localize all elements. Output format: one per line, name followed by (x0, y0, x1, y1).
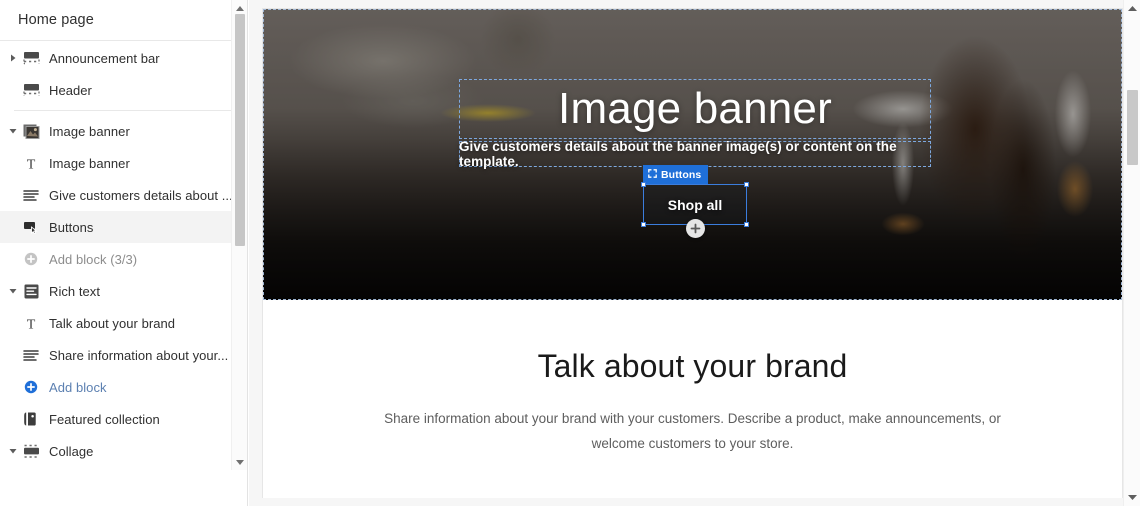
sidebar-scroll-down-icon[interactable] (232, 454, 247, 470)
text-paragraph-icon (20, 184, 42, 206)
sidebar-scrollbar[interactable] (231, 0, 247, 470)
sidebar-item-image-banner[interactable]: Image banner (0, 115, 247, 147)
selected-block-tag-label: Buttons (661, 168, 702, 181)
chevron-down-icon[interactable] (6, 115, 20, 147)
sidebar-block-rich-text-heading[interactable]: T Talk about your brand (0, 307, 247, 339)
preview-scroll-up-icon[interactable] (1124, 0, 1140, 17)
sidebar-block-label: Talk about your brand (49, 315, 176, 331)
sidebar-item-header[interactable]: Header (0, 74, 247, 106)
sidebar-block-label: Give customers details about ... (49, 187, 233, 203)
twist-spacer (6, 74, 20, 106)
sidebar-item-label: Collage (49, 443, 94, 459)
sidebar-item-rich-text[interactable]: Rich text (0, 275, 247, 307)
add-block-button[interactable] (686, 219, 705, 238)
collection-tag-icon (20, 408, 42, 430)
sections-sidebar: Home page Announcement bar Header Image … (0, 0, 248, 506)
crop-frame-icon (648, 168, 657, 181)
sidebar-item-featured-collection[interactable]: Featured collection (0, 403, 247, 435)
chevron-right-icon[interactable] (6, 42, 20, 74)
text-paragraph-icon (20, 344, 42, 366)
buttons-icon (20, 216, 42, 238)
chevron-down-icon[interactable] (6, 275, 20, 307)
text-heading-icon: T (20, 152, 42, 174)
rich-text-heading: Talk about your brand (537, 348, 848, 384)
sidebar-block-buttons[interactable]: Buttons (0, 211, 247, 243)
sidebar-block-label: Image banner (49, 155, 130, 171)
chevron-down-icon[interactable] (6, 435, 20, 467)
sidebar-item-label: Image banner (49, 123, 130, 139)
svg-text:T: T (27, 157, 36, 171)
sidebar-add-block-label: Add block (49, 379, 107, 395)
preview-scrollbar[interactable] (1123, 0, 1140, 506)
twist-spacer (6, 403, 20, 435)
sidebar-block-image-banner-text[interactable]: Give customers details about ... (0, 179, 247, 211)
sidebar-item-label: Rich text (49, 283, 101, 299)
image-banner-icon (20, 120, 42, 142)
sidebar-item-label: Featured collection (49, 411, 160, 427)
image-banner-section[interactable]: Image banner Give customers details abou… (263, 9, 1122, 300)
sidebar-block-collage-collection[interactable]: Collection (0, 467, 247, 470)
sidebar-add-block-image-banner: Add block (3/3) (0, 243, 247, 275)
rich-text-body: Share information about your brand with … (384, 411, 1001, 451)
rich-text-section[interactable]: Talk about your brand Share information … (263, 300, 1122, 457)
sidebar-divider (14, 110, 233, 111)
svg-text:T: T (27, 317, 36, 331)
banner-content: Image banner Give customers details abou… (263, 9, 1122, 300)
sidebar-add-block-rich-text[interactable]: Add block (0, 371, 247, 403)
sidebar-header: Home page (0, 0, 247, 41)
text-heading-icon: T (20, 312, 42, 334)
page-title: Home page (18, 12, 94, 28)
sidebar-item-collage[interactable]: Collage (0, 435, 247, 467)
theme-preview-pane: Image banner Give customers details abou… (249, 0, 1140, 506)
plus-circle-icon (20, 248, 42, 270)
preview-scroll-down-icon[interactable] (1124, 489, 1140, 506)
rich-text-icon (20, 280, 42, 302)
sidebar-item-label: Announcement bar (49, 50, 160, 66)
sidebar-block-label: Share information about your... (49, 347, 229, 363)
sections-list[interactable]: Announcement bar Header Image banner T I… (0, 42, 247, 470)
header-icon (20, 79, 42, 101)
banner-subtext[interactable]: Give customers details about the banner … (459, 139, 931, 169)
banner-heading[interactable]: Image banner (459, 79, 931, 139)
sidebar-item-announcement-bar[interactable]: Announcement bar (0, 42, 247, 74)
announcement-bar-icon (20, 47, 42, 69)
sidebar-block-image-banner-heading[interactable]: T Image banner (0, 147, 247, 179)
sidebar-item-label: Header (49, 82, 92, 98)
sidebar-add-block-label: Add block (3/3) (49, 251, 138, 267)
sidebar-scrollbar-thumb[interactable] (235, 14, 245, 246)
sidebar-block-label: Buttons (49, 219, 94, 235)
selected-block-tag[interactable]: Buttons (643, 165, 709, 184)
collage-icon (20, 440, 42, 462)
storefront-canvas: Image banner Give customers details abou… (262, 8, 1123, 498)
plus-circle-icon[interactable] (20, 376, 42, 398)
sidebar-block-rich-text-body[interactable]: Share information about your... (0, 339, 247, 371)
preview-scrollbar-thumb[interactable] (1127, 90, 1138, 165)
